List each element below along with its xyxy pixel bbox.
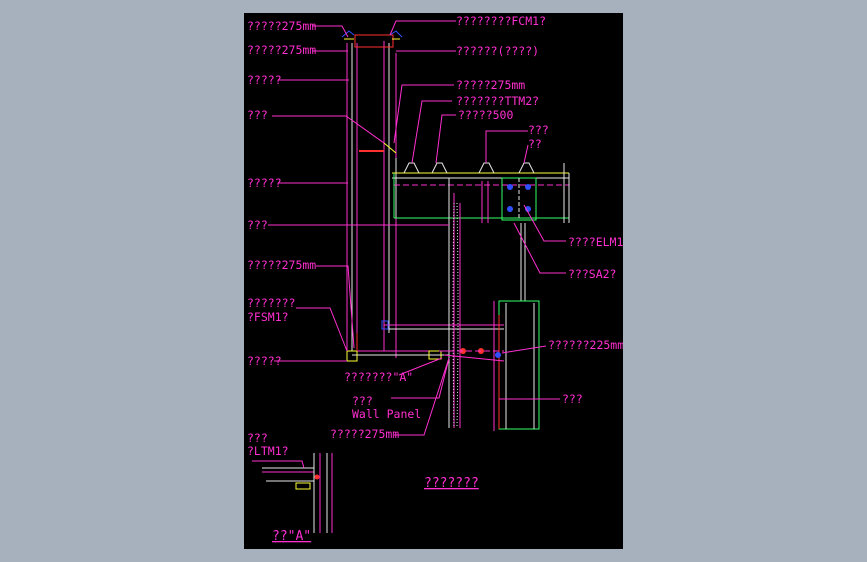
label-trim-flashing: ???????TTM2?: [456, 94, 539, 108]
label-parapet-inner-width: ?????275mm: [247, 43, 316, 57]
label-parapet-bracket: ???: [247, 108, 268, 122]
label-cap-note: ??????(????): [456, 44, 539, 58]
label-rib-spacing: ?????500: [458, 108, 513, 122]
cad-detail-drawing: ?????275mm ?????275mm ????? ??? ????? ??…: [247, 14, 623, 544]
label-eave-flashing: ????ELM1?: [568, 235, 623, 249]
label-parapet-outer-panel: ?????: [247, 73, 282, 87]
label-roof-panel: ???: [528, 123, 549, 137]
drawing-title: ???????: [424, 476, 479, 491]
roof-panel: [392, 158, 570, 223]
drawing-sheet: ?????275mm ?????275mm ????? ??? ????? ??…: [244, 13, 623, 549]
label-trim-width: ?????275mm: [456, 78, 525, 92]
label-wall-girt: ???: [247, 218, 268, 232]
label-eave-gutter: ?????: [247, 354, 282, 368]
label-gutter-width: ??????225mm: [548, 338, 623, 352]
label-wall-panel: Wall Panel: [352, 407, 421, 421]
detail-a-title: ??"A": [272, 529, 311, 544]
label-detail-a-callout: ???????"A": [344, 370, 413, 384]
label-detail-trim-code: ?LTM1?: [247, 444, 289, 458]
label-wall-panel-width: ?????275mm: [330, 427, 399, 441]
label-parapet-cap-width: ?????275mm: [247, 19, 316, 33]
label-sealant: ???SA2?: [568, 267, 616, 281]
label-column: ???: [562, 392, 583, 406]
label-wall-panel-local: ???: [352, 394, 373, 408]
wall-column: [439, 178, 540, 431]
label-roof-item: ??: [528, 137, 542, 151]
label-flashing-width: ?????275mm: [247, 258, 316, 272]
label-cap-flashing: ????????FCM1?: [456, 14, 546, 28]
detail-a-inset: [262, 453, 333, 533]
label-flashing-code: ?FSM1?: [247, 310, 289, 324]
eave-gutter-connection: [481, 177, 537, 301]
label-flashing-name: ???????: [247, 296, 295, 310]
label-parapet-inner-panel: ?????: [247, 176, 282, 190]
label-detail-trim: ???: [247, 431, 268, 445]
